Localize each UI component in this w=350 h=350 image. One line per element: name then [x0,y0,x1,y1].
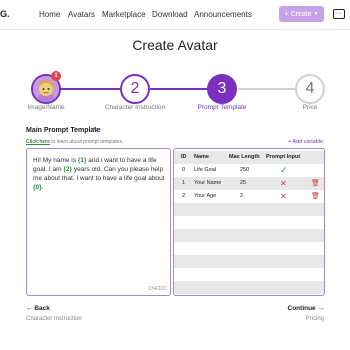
row-max-length: 250 [240,167,250,173]
section-title: Main Prompt Template [26,127,101,134]
step-2-label: Character Instruction [104,104,166,111]
step-4-circle[interactable]: 4 [295,74,325,104]
top-header: G. Home Avatars Marketplace Download Ann… [0,0,350,30]
column-header: Name [194,154,209,160]
step-1-label: Image/Name [27,104,65,111]
chevron-down-icon: ▼ [313,11,319,17]
x-icon[interactable]: ✕ [280,190,287,203]
arrow-left-icon: ← [26,305,33,312]
create-dropdown-button[interactable]: + Create ▼ [279,6,324,22]
table-row [174,203,324,216]
table-row [174,294,324,295]
nav-home[interactable]: Home [39,10,60,19]
prompt-segment: . [41,184,44,191]
row-max-length: 25 [240,180,247,186]
trash-icon[interactable]: 🗑 [311,190,320,203]
add-variable-button[interactable]: + Add variable [288,139,323,145]
step-3-circle[interactable]: 3 [207,74,237,104]
continue-label: Continue [287,305,316,312]
table-row: 1 Your Name 25 ✕ 🗑 [174,177,324,190]
step-connector [150,88,208,90]
step-2-circle[interactable]: 2 [120,74,150,104]
arrow-right-icon: → [317,305,325,312]
hint-text: to learn about prompt templates. [51,139,124,145]
char-count: 134/223 [147,286,166,292]
create-label: Create [290,10,312,18]
table-row [174,216,324,229]
step-connector [60,88,120,90]
table-row: 2 Your Age 2 ✕ 🗑 [174,190,324,203]
prompt-text: Hi! My name is {1} and i want to have a … [33,156,165,192]
table-header: ID Name Max Length Prompt Input [174,151,324,164]
notification-badge: 1 [51,71,61,81]
back-button[interactable]: ← Back Character Instruction [26,305,82,322]
row-id: 0 [182,167,186,173]
nav-download[interactable]: Download [152,10,188,19]
nav-avatars[interactable]: Avatars [68,10,95,19]
continue-sub: Pricing [305,316,324,322]
table-row: 0 Life Goal 250 ✓ [174,164,324,177]
prompt-textarea[interactable]: Hi! My name is {1} and i want to have a … [26,148,171,296]
column-header: Prompt Input [266,154,301,160]
pencil-icon[interactable]: ✎ [93,126,99,134]
check-icon[interactable]: ✓ [280,164,288,177]
row-id: 1 [182,180,186,186]
table-row [174,255,324,268]
table-row [174,281,324,294]
page-title: Create Avatar [132,37,218,53]
chat-bubble-icon[interactable]: ⋯ [333,9,345,19]
column-header: ID [181,154,187,160]
prompt-variable: {2} [63,166,73,173]
table-row [174,242,324,255]
nav-announcements[interactable]: Announcements [194,10,252,19]
prompt-segment: Hi! My name is [33,157,78,164]
row-name: Your Name [194,180,222,186]
back-label: Back [34,305,50,312]
logo[interactable]: G. [0,9,10,19]
prompt-variable: {0} [33,184,42,191]
variables-table: ID Name Max Length Prompt Input 0 Life Goal 25… [173,148,325,296]
table-row [174,229,324,242]
back-sub: Character Instruction [26,316,82,322]
prompt-hint: Click here to learn about prompt templat… [26,139,123,145]
column-header: Max Length [229,154,260,160]
row-id: 2 [182,193,186,199]
learn-more-link[interactable]: Click here [26,139,50,145]
x-icon[interactable]: ✕ [280,177,287,190]
trash-icon[interactable]: 🗑 [311,177,320,190]
step-3-label: Prompt Template [197,104,247,111]
step-connector [238,88,296,90]
row-max-length: 2 [240,193,244,199]
nav-marketplace[interactable]: Marketplace [102,10,146,19]
continue-button[interactable]: Continue → Pricing [288,305,324,322]
row-name: Your Age [194,193,217,199]
plus-icon: + [284,10,289,18]
step-4-label: Price [302,104,318,111]
row-name: Life Goal [194,167,217,173]
table-row [174,268,324,281]
